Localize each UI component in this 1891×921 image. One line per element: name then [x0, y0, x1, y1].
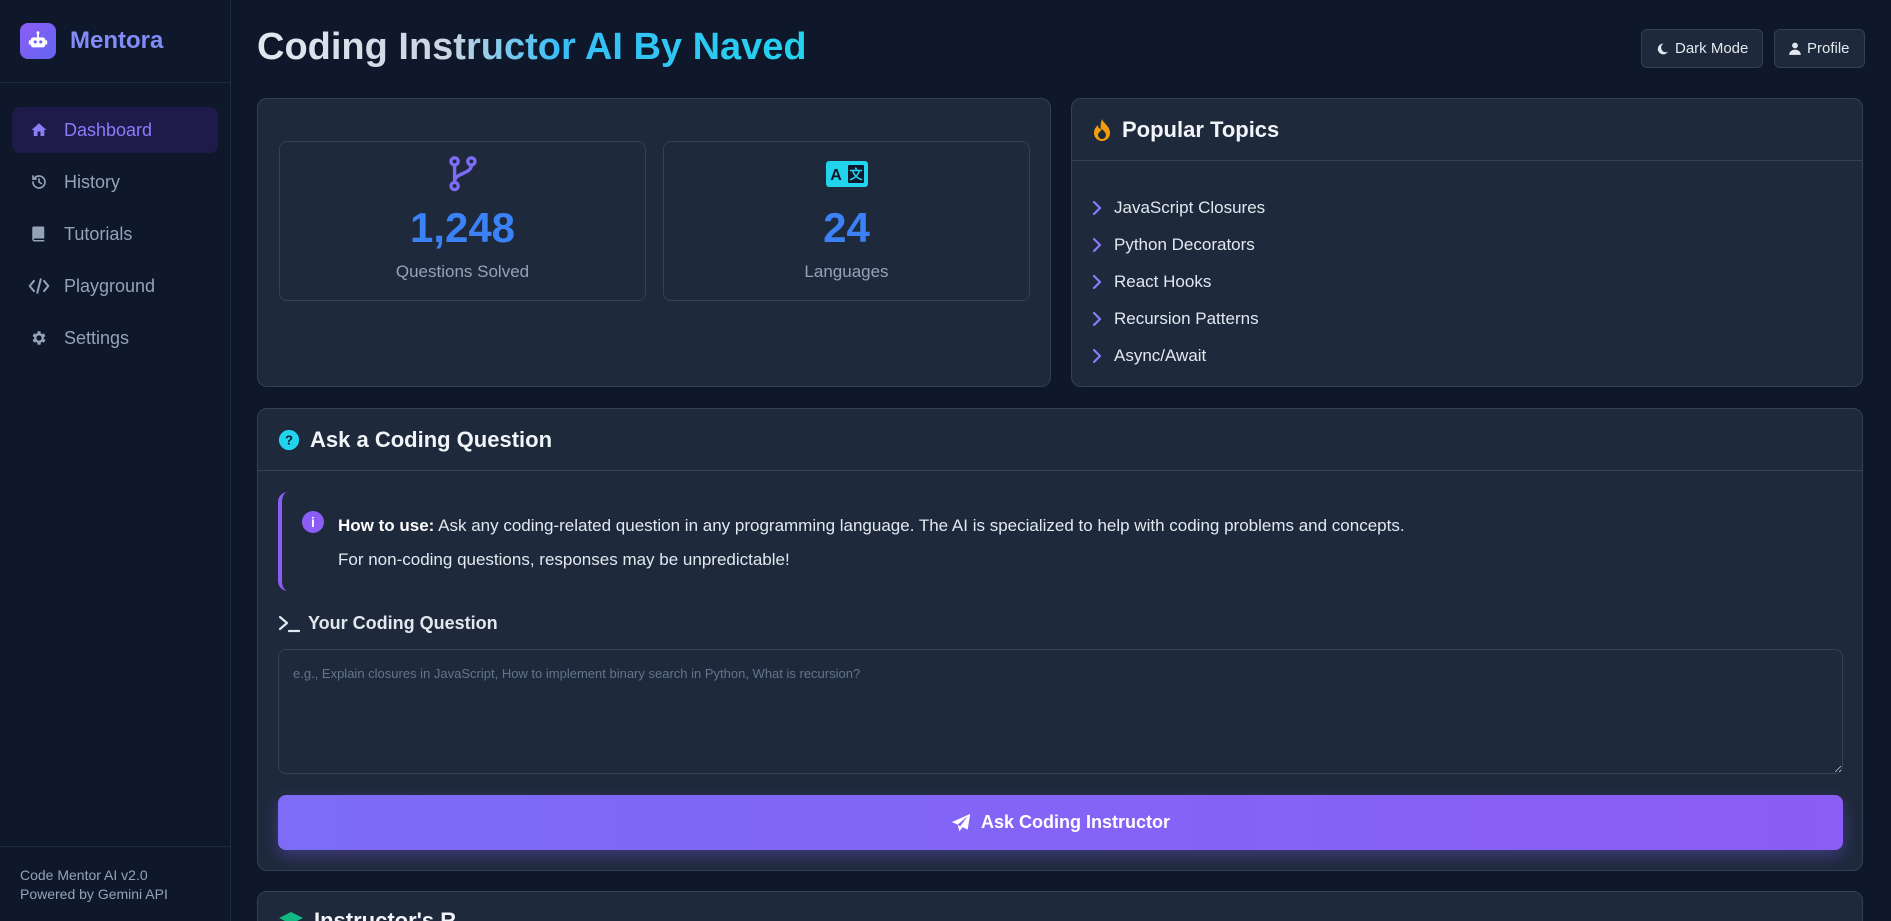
question-label-text: Your Coding Question — [308, 613, 498, 633]
sidebar-item-dashboard[interactable]: Dashboard — [12, 107, 218, 153]
language-icon: A文 — [664, 156, 1029, 192]
info-icon: i — [302, 511, 324, 533]
sidebar-item-tutorials[interactable]: Tutorials — [12, 211, 218, 257]
sidebar-item-label: Tutorials — [64, 223, 133, 244]
paper-plane-icon — [951, 813, 971, 831]
code-icon — [28, 275, 50, 297]
response-header: Instructor's R — [258, 892, 1862, 921]
svg-text:A: A — [830, 167, 842, 184]
sidebar-footer: Code Mentor AI v2.0 Powered by Gemini AP… — [0, 846, 231, 921]
chevron-right-icon — [1092, 200, 1102, 215]
stat-value: 1,248 — [409, 204, 516, 251]
topic-item[interactable]: Python Decorators — [1092, 226, 1862, 263]
usage-info-box: i How to use: Ask any coding-related que… — [278, 492, 1843, 591]
profile-button[interactable]: Profile — [1774, 29, 1865, 68]
ask-instructor-button[interactable]: Ask Coding Instructor — [278, 795, 1843, 850]
moon-icon — [1657, 43, 1668, 54]
usage-info-text: How to use: Ask any coding-related quest… — [338, 509, 1405, 577]
instructor-response-card: Instructor's R — [257, 891, 1863, 921]
fire-icon — [1094, 118, 1110, 141]
topic-label: Recursion Patterns — [1114, 308, 1259, 328]
stats-card: 1,248 Questions Solved A文 24 Languages — [257, 98, 1051, 387]
chevron-right-icon — [1092, 311, 1102, 326]
ask-question-header: ? Ask a Coding Question — [258, 409, 1862, 471]
brand[interactable]: Mentora — [0, 0, 230, 83]
sidebar-item-playground[interactable]: Playground — [12, 263, 218, 309]
popular-topics-header: Popular Topics — [1072, 99, 1862, 161]
popular-topics-title: Popular Topics — [1122, 116, 1280, 142]
response-title: Instructor's R — [314, 908, 457, 921]
topic-list: JavaScript Closures Python Decorators Re… — [1072, 161, 1862, 374]
sidebar: Mentora Dashboard History Tutorials Play… — [0, 0, 231, 921]
svg-text:文: 文 — [849, 167, 863, 182]
topic-label: Async/Await — [1114, 345, 1207, 365]
home-icon — [28, 119, 50, 141]
topic-item[interactable]: Recursion Patterns — [1092, 300, 1862, 337]
robot-icon — [20, 23, 56, 59]
ask-question-card: ? Ask a Coding Question i How to use: As… — [257, 408, 1863, 871]
powered-by-text: Powered by Gemini API — [20, 886, 168, 902]
question-field-label: Your Coding Question — [278, 613, 498, 634]
question-circle-icon: ? — [278, 429, 300, 450]
topic-item[interactable]: React Hooks — [1092, 263, 1862, 300]
chevron-right-icon — [1092, 348, 1102, 363]
sidebar-item-label: History — [64, 171, 121, 192]
ask-button-label: Ask Coding Instructor — [980, 812, 1170, 832]
user-icon — [1789, 42, 1801, 55]
profile-label: Profile — [1807, 40, 1850, 57]
stat-label: Languages — [804, 262, 889, 281]
chevron-right-icon — [1092, 274, 1102, 289]
graduation-cap-icon — [279, 912, 303, 921]
stat-value: 24 — [823, 204, 870, 251]
sidebar-nav: Dashboard History Tutorials Playground S… — [0, 83, 230, 361]
topic-label: React Hooks — [1114, 271, 1212, 291]
brand-name: Mentora — [70, 27, 164, 54]
gear-icon — [28, 327, 50, 349]
topic-label: JavaScript Closures — [1114, 197, 1266, 217]
usage-info-bold: How to use: — [338, 516, 435, 535]
book-icon — [28, 223, 50, 245]
topic-item[interactable]: Async/Await — [1092, 337, 1862, 374]
dark-mode-button[interactable]: Dark Mode — [1641, 29, 1764, 68]
popular-topics-card: Popular Topics JavaScript Closures Pytho… — [1071, 98, 1863, 387]
sidebar-item-label: Playground — [64, 275, 156, 296]
usage-info-body-2: For non-coding questions, responses may … — [338, 550, 790, 569]
page-title: Coding Instructor AI By Naved — [257, 26, 807, 68]
sidebar-item-label: Settings — [64, 327, 130, 348]
dark-mode-label: Dark Mode — [1675, 40, 1749, 57]
ask-question-title: Ask a Coding Question — [310, 426, 553, 452]
sidebar-item-settings[interactable]: Settings — [12, 315, 218, 361]
history-icon — [28, 171, 50, 193]
svg-text:?: ? — [285, 432, 293, 447]
stat-languages: A文 24 Languages — [663, 141, 1030, 301]
question-input[interactable] — [278, 649, 1843, 774]
code-branch-icon — [280, 156, 645, 192]
sidebar-item-label: Dashboard — [64, 119, 153, 140]
stat-label: Questions Solved — [395, 262, 530, 281]
topic-label: Python Decorators — [1114, 234, 1255, 254]
terminal-icon — [278, 615, 300, 632]
main-content: Coding Instructor AI By Naved Dark Mode … — [232, 0, 1891, 921]
topic-item[interactable]: JavaScript Closures — [1092, 189, 1862, 226]
chevron-right-icon — [1092, 237, 1102, 252]
usage-info-body: Ask any coding-related question in any p… — [438, 516, 1405, 535]
sidebar-item-history[interactable]: History — [12, 159, 218, 205]
version-text: Code Mentor AI v2.0 — [20, 867, 148, 883]
stat-questions-solved: 1,248 Questions Solved — [279, 141, 646, 301]
